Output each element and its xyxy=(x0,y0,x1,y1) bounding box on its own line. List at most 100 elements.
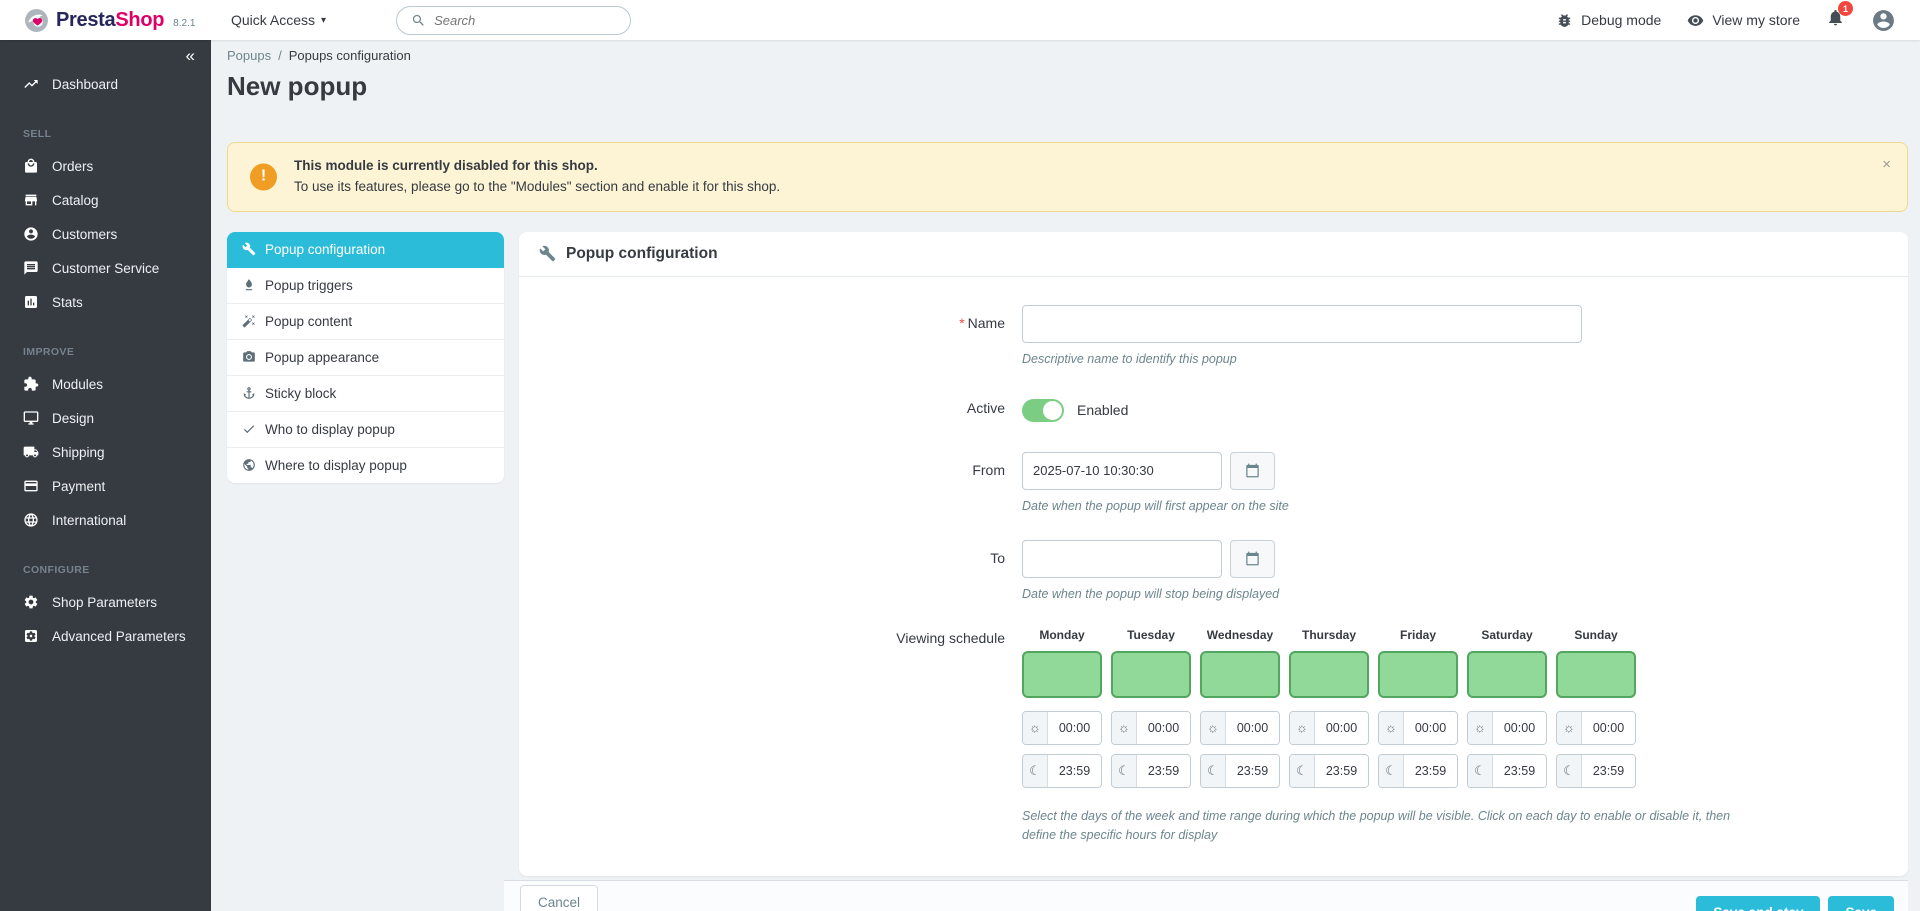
tab-label: Popup triggers xyxy=(265,277,353,293)
sidebar-item-orders[interactable]: Orders xyxy=(0,150,211,182)
panel-header: Popup configuration xyxy=(519,232,1908,277)
monitor-icon xyxy=(23,411,39,425)
end-time-group: ☾ xyxy=(1200,753,1280,788)
bug-icon xyxy=(1558,13,1571,27)
sidebar-item-design[interactable]: Design xyxy=(0,402,211,434)
tab-sticky-block[interactable]: Sticky block xyxy=(227,376,504,412)
sidebar-item-shipping[interactable]: Shipping xyxy=(0,436,211,468)
sidebar-item-customers[interactable]: Customers xyxy=(0,218,211,250)
viewing-schedule-label: Viewing schedule xyxy=(896,629,1005,646)
view-my-store-label: View my store xyxy=(1712,12,1800,28)
sidebar-item-payment[interactable]: Payment xyxy=(0,470,211,502)
search-input[interactable] xyxy=(434,12,617,28)
sidebar-item-international[interactable]: International xyxy=(0,504,211,536)
moon-icon: ☾ xyxy=(1023,754,1048,787)
tab-who-to-display[interactable]: Who to display popup xyxy=(227,412,504,448)
debug-mode-button[interactable]: Debug mode xyxy=(1556,12,1661,29)
check-icon xyxy=(243,425,255,434)
tab-popup-triggers[interactable]: Popup triggers xyxy=(227,268,504,304)
end-time-input[interactable] xyxy=(1404,754,1457,787)
end-time-input[interactable] xyxy=(1582,754,1635,787)
sidebar-item-label: Customer Service xyxy=(52,260,160,276)
sidebar-item-label: Modules xyxy=(52,376,104,392)
start-time-input[interactable] xyxy=(1582,711,1635,744)
popup-configuration-panel: Popup configuration * Name Descriptive na… xyxy=(519,231,1908,877)
name-input[interactable] xyxy=(1022,304,1582,343)
day-toggle-block[interactable] xyxy=(1022,650,1102,698)
to-calendar-button[interactable] xyxy=(1230,539,1275,578)
schedule-day-sunday: Sunday ☼ ☾ xyxy=(1556,628,1636,797)
prestashop-squirrel-icon xyxy=(25,8,48,32)
account-icon[interactable] xyxy=(1871,8,1896,33)
tab-popup-appearance[interactable]: Popup appearance xyxy=(227,340,504,376)
from-date-input[interactable] xyxy=(1022,451,1222,490)
active-toggle[interactable] xyxy=(1022,398,1064,422)
quick-access-dropdown[interactable]: Quick Access ▾ xyxy=(231,12,326,28)
tab-popup-configuration[interactable]: Popup configuration xyxy=(227,231,504,268)
top-bar: PrestaShop 8.2.1 Quick Access ▾ Debug mo… xyxy=(0,0,1920,40)
quick-access-label: Quick Access xyxy=(231,12,316,28)
bar-chart-icon xyxy=(25,296,37,308)
cancel-button[interactable]: Cancel xyxy=(520,885,599,911)
end-time-group: ☾ xyxy=(1378,753,1458,788)
start-time-input[interactable] xyxy=(1226,711,1279,744)
day-label: Friday xyxy=(1399,627,1436,642)
required-asterisk: * xyxy=(959,314,965,331)
end-time-input[interactable] xyxy=(1137,754,1190,787)
sidebar-item-label: Payment xyxy=(52,478,106,494)
save-and-stay-button[interactable]: Save and stay xyxy=(1696,896,1821,911)
sidebar-item-customer-service[interactable]: Customer Service xyxy=(0,252,211,284)
sidebar-item-shop-parameters[interactable]: Shop Parameters xyxy=(0,586,211,618)
day-toggle-block[interactable] xyxy=(1378,650,1458,698)
start-time-input[interactable] xyxy=(1493,711,1546,744)
schedule-help: Select the days of the week and time ran… xyxy=(1022,808,1731,842)
breadcrumb-popups[interactable]: Popups xyxy=(227,48,271,63)
prestashop-logo[interactable]: PrestaShop 8.2.1 xyxy=(0,8,211,33)
start-time-input[interactable] xyxy=(1404,711,1457,744)
to-date-input[interactable] xyxy=(1022,539,1222,578)
sidebar-item-modules[interactable]: Modules xyxy=(0,368,211,400)
sidebar-item-catalog[interactable]: Catalog xyxy=(0,184,211,216)
sidebar-collapse-button[interactable]: « xyxy=(186,46,195,66)
sidebar-item-advanced-parameters[interactable]: Advanced Parameters xyxy=(0,620,211,652)
save-button[interactable]: Save xyxy=(1828,896,1894,911)
day-toggle-block[interactable] xyxy=(1467,650,1547,698)
schedule-day-tuesday: Tuesday ☼ ☾ xyxy=(1111,628,1191,797)
breadcrumb-current: Popups configuration xyxy=(288,48,411,63)
day-toggle-block[interactable] xyxy=(1200,650,1280,698)
start-time-group: ☼ xyxy=(1556,710,1636,745)
to-help: Date when the popup will stop being disp… xyxy=(1022,586,1280,601)
sidebar-item-dashboard[interactable]: Dashboard xyxy=(0,68,211,100)
sun-icon: ☼ xyxy=(1023,711,1048,744)
start-time-input[interactable] xyxy=(1048,711,1101,744)
close-icon[interactable]: × xyxy=(1882,153,1891,176)
end-time-input[interactable] xyxy=(1315,754,1368,787)
day-toggle-block[interactable] xyxy=(1289,650,1369,698)
from-calendar-button[interactable] xyxy=(1230,451,1275,490)
eye-icon xyxy=(1688,14,1704,26)
day-label: Monday xyxy=(1039,627,1085,642)
store-icon xyxy=(25,194,37,206)
notifications-button[interactable]: 1 xyxy=(1826,1,1853,32)
day-toggle-block[interactable] xyxy=(1556,650,1636,698)
day-toggle-block[interactable] xyxy=(1111,650,1191,698)
sidebar-item-stats[interactable]: Stats xyxy=(0,286,211,318)
start-time-input[interactable] xyxy=(1137,711,1190,744)
search-bar[interactable] xyxy=(396,5,632,35)
view-my-store-button[interactable]: View my store xyxy=(1687,12,1800,29)
sidebar-item-label: Design xyxy=(52,410,95,426)
end-time-group: ☾ xyxy=(1111,753,1191,788)
start-time-input[interactable] xyxy=(1315,711,1368,744)
moon-icon: ☾ xyxy=(1468,754,1493,787)
start-time-group: ☼ xyxy=(1022,710,1102,745)
tab-where-to-display[interactable]: Where to display popup xyxy=(227,448,504,483)
moon-icon: ☾ xyxy=(1379,754,1404,787)
schedule-day-monday: Monday ☼ ☾ xyxy=(1022,628,1102,797)
active-label: Active xyxy=(966,399,1005,416)
end-time-input[interactable] xyxy=(1226,754,1279,787)
version-label: 8.2.1 xyxy=(173,17,196,29)
gear-square-icon xyxy=(25,630,37,642)
tab-popup-content[interactable]: Popup content xyxy=(227,304,504,340)
end-time-input[interactable] xyxy=(1048,754,1101,787)
end-time-input[interactable] xyxy=(1493,754,1546,787)
